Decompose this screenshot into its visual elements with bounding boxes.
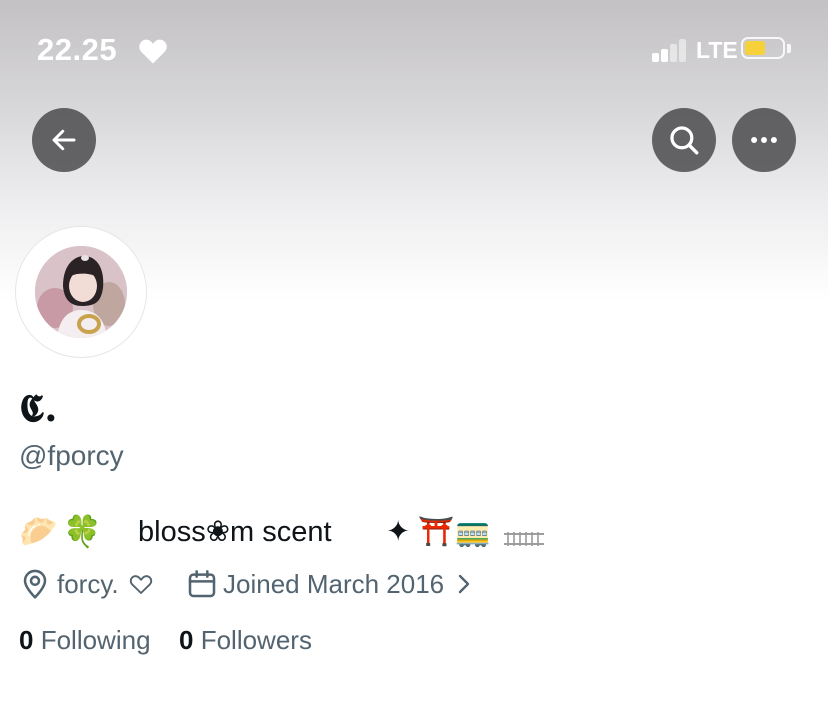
railway-track-icon (504, 532, 544, 546)
followers-count: 0 (179, 625, 194, 655)
display-name: 𝕮. (19, 385, 58, 430)
following-link[interactable]: 0 Following (19, 625, 158, 655)
calendar-icon (188, 570, 216, 598)
search-button[interactable] (652, 108, 716, 172)
avatar[interactable] (16, 227, 146, 357)
profile-bio: 🥟 🍀 bloss❀m scent ✦ ⛩️🚃 (19, 512, 819, 554)
following-label: Following (40, 625, 151, 655)
location-text: forcy. (57, 568, 119, 599)
network-type: LTE (696, 37, 738, 63)
more-options-button[interactable] (732, 108, 796, 172)
following-count: 0 (19, 625, 34, 655)
avatar-photo (35, 246, 127, 338)
back-button[interactable] (32, 108, 96, 172)
username-handle: @fporcy (19, 440, 124, 471)
search-icon (670, 126, 699, 155)
status-bar: 22.25 LTE (0, 0, 828, 100)
more-horizontal-icon (751, 137, 777, 143)
battery-icon (741, 37, 793, 61)
followers-label: Followers (200, 625, 312, 655)
heart-icon (139, 39, 167, 64)
profile-meta: forcy. Joined March 2016 (19, 566, 819, 602)
bio-text: bloss❀m scent (138, 516, 332, 548)
location-pin-icon (23, 569, 47, 599)
status-time: 22.25 (37, 32, 118, 67)
joined-date: Joined March 2016 (223, 568, 445, 599)
clover-emoji: 🍀 (63, 514, 102, 549)
followers-link[interactable]: 0 Followers (179, 625, 312, 655)
dumpling-emoji: 🥟 (19, 514, 58, 549)
follow-stats: 0 Following 0 Followers (19, 625, 312, 656)
arrow-left-icon (52, 129, 76, 151)
signal-strength-icon (652, 38, 690, 62)
heart-outline-icon (129, 575, 152, 594)
bio-trailing-symbols: ✦ ⛩️🚃 (386, 516, 491, 548)
joined-item[interactable]: Joined March 2016 (186, 566, 474, 602)
chevron-right-icon (458, 574, 470, 594)
location-item: forcy. (19, 566, 153, 602)
